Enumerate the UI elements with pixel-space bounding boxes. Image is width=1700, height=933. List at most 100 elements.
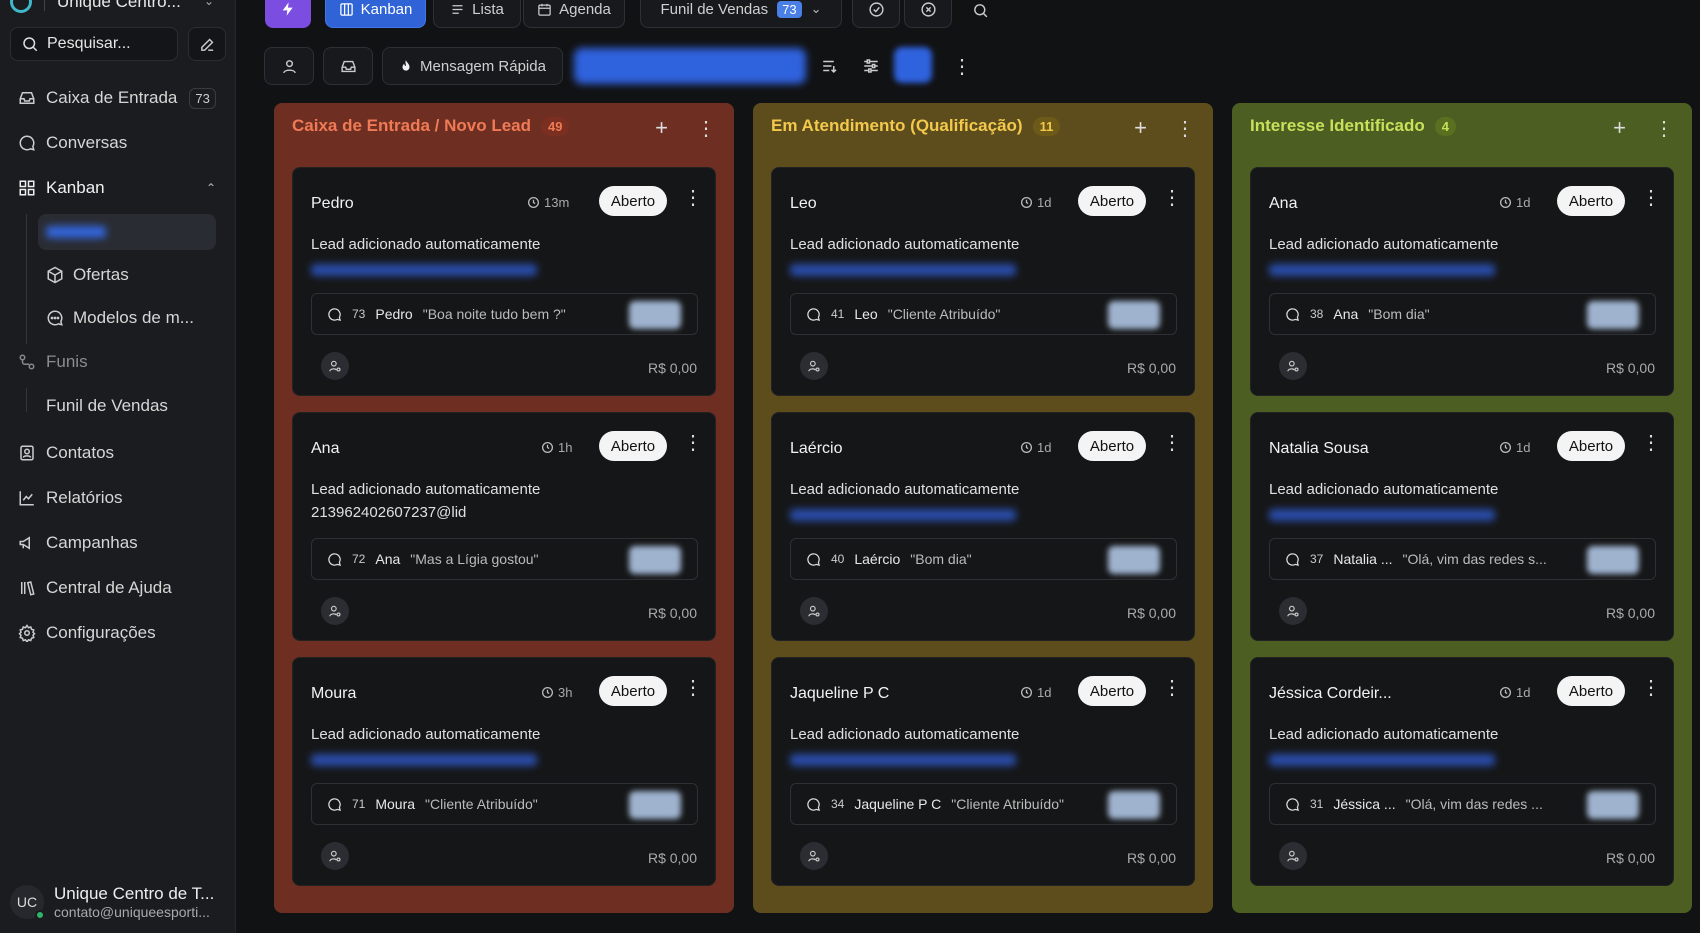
nav-contatos[interactable]: Contatos [10,435,226,471]
blurred-lead-identifier [311,754,537,766]
card-more-icon[interactable]: ⋮ [683,678,703,698]
lead-card[interactable]: Jéssica Cordeir... 1d Aberto ⋮ Lead adic… [1250,657,1674,886]
column-more-icon[interactable]: ⋮ [1175,116,1195,141]
filters-button[interactable] [859,56,883,76]
status-badge[interactable]: Aberto [1078,676,1146,706]
last-message[interactable]: 38 Ana "Bom dia" [1269,293,1656,335]
card-more-icon[interactable]: ⋮ [1162,188,1182,208]
blurred-primary-button[interactable] [574,48,806,84]
nav-campanhas[interactable]: Campanhas [10,525,226,561]
assign-agent-button[interactable] [1279,597,1307,625]
sub-item-active-board[interactable] [38,214,216,250]
nav-conversations[interactable]: Conversas [10,125,226,161]
funnel-flow-icon [19,354,35,370]
lead-card[interactable]: Moura 3h Aberto ⋮ Lead adicionado automa… [292,657,716,886]
lead-card[interactable]: Ana 1h Aberto ⋮ Lead adicionado automati… [292,412,716,641]
card-more-icon[interactable]: ⋮ [1162,433,1182,453]
deal-value: R$ 0,00 [1605,850,1655,866]
assign-agent-button[interactable] [321,597,349,625]
nav-kanban[interactable]: Kanban ⌃ [10,170,226,206]
nav-inbox[interactable]: Caixa de Entrada 73 [10,80,226,116]
status-badge[interactable]: Aberto [1557,676,1625,706]
status-badge[interactable]: Aberto [599,676,667,706]
last-message[interactable]: 37 Natalia ... "Olá, vim das redes s... [1269,538,1656,580]
last-message[interactable]: 31 Jéssica ... "Olá, vim das redes ... [1269,783,1656,825]
assign-agent-button[interactable] [1279,842,1307,870]
lead-card[interactable]: Natalia Sousa 1d Aberto ⋮ Lead adicionad… [1250,412,1674,641]
avatar-initials: UC [16,894,38,910]
nav-config[interactable]: Configurações [10,615,226,651]
filter-user-button[interactable] [264,47,314,85]
add-card-icon[interactable]: + [655,115,668,141]
card-more-icon[interactable]: ⋮ [1641,188,1661,208]
filter-inbox-button[interactable] [323,47,373,85]
blurred-lead-identifier [790,509,1016,521]
tab-kanban[interactable]: Kanban [325,0,426,28]
last-message[interactable]: 40 Laércio "Bom dia" [790,538,1177,580]
assign-agent-button[interactable] [321,842,349,870]
user-profile[interactable]: UC Unique Centro de T... contato@uniquee… [10,880,230,924]
chevron-down-icon[interactable]: ⌄ [204,0,214,8]
assign-agent-button[interactable] [321,352,349,380]
nav-funis[interactable]: Funis [10,344,226,380]
tab-agenda[interactable]: Agenda [523,0,625,28]
more-options-icon[interactable]: ⋮ [952,56,972,78]
quick-message-label: Mensagem Rápida [420,57,546,75]
assign-agent-button[interactable] [1279,352,1307,380]
sort-button[interactable] [818,56,842,76]
status-badge[interactable]: Aberto [1557,431,1625,461]
card-more-icon[interactable]: ⋮ [683,188,703,208]
add-card-icon[interactable]: + [1134,115,1147,141]
filter-resolved-button[interactable] [852,0,900,28]
search-board-button[interactable] [968,0,992,20]
lead-card[interactable]: Pedro 13m Aberto ⋮ Lead adicionado autom… [292,167,716,396]
workspace-switcher[interactable]: Unique Centro... [10,0,181,14]
filter-closed-button[interactable] [904,0,952,28]
column-more-icon[interactable]: ⋮ [696,116,716,141]
sub-item-funil-vendas[interactable]: Funil de Vendas [38,388,226,424]
funnel-select[interactable]: Funil de Vendas 73 ⌄ [640,0,842,28]
sub-item-modelos[interactable]: Modelos de m... [38,300,216,336]
chevron-up-icon[interactable]: ⌃ [206,181,216,195]
status-badge[interactable]: Aberto [599,431,667,461]
quick-action-button[interactable] [265,0,311,28]
nav-ajuda[interactable]: Central de Ajuda [10,570,226,606]
card-more-icon[interactable]: ⋮ [1641,433,1661,453]
lead-card[interactable]: Laércio 1d Aberto ⋮ Lead adicionado auto… [771,412,1195,641]
last-message[interactable]: 72 Ana "Mas a Lígia gostou" [311,538,698,580]
status-badge[interactable]: Aberto [1078,431,1146,461]
column-more-icon[interactable]: ⋮ [1654,116,1674,141]
lead-description: Lead adicionado automaticamente [790,481,1020,498]
assign-agent-button[interactable] [800,842,828,870]
lead-card[interactable]: Jaqueline P C 1d Aberto ⋮ Lead adicionad… [771,657,1195,886]
chat-bubble-icon [807,797,821,811]
card-more-icon[interactable]: ⋮ [1641,678,1661,698]
status-badge[interactable]: Aberto [599,186,667,216]
lead-card[interactable]: Leo 1d Aberto ⋮ Lead adicionado automati… [771,167,1195,396]
assign-agent-button[interactable] [800,597,828,625]
card-more-icon[interactable]: ⋮ [1162,678,1182,698]
lead-card[interactable]: Ana 1d Aberto ⋮ Lead adicionado automati… [1250,167,1674,396]
quick-message-button[interactable]: Mensagem Rápida [382,47,563,85]
blurred-action-button[interactable] [894,47,932,83]
compose-button[interactable] [188,27,226,61]
status-badge[interactable]: Aberto [1078,186,1146,216]
last-message[interactable]: 73 Pedro "Boa noite tudo bem ?" [311,293,698,335]
assign-agent-button[interactable] [800,352,828,380]
message-sender: Jéssica ... [1333,796,1396,812]
brand-logo-icon [10,0,32,13]
last-message[interactable]: 41 Leo "Cliente Atribuído" [790,293,1177,335]
last-message[interactable]: 71 Moura "Cliente Atribuído" [311,783,698,825]
add-card-icon[interactable]: + [1613,115,1626,141]
status-badge[interactable]: Aberto [1557,186,1625,216]
search-button[interactable]: Pesquisar... [10,27,178,61]
funnel-count-badge: 73 [777,0,802,18]
nav-relatorios[interactable]: Relatórios [10,480,226,516]
card-more-icon[interactable]: ⋮ [683,433,703,453]
tab-lista[interactable]: Lista [433,0,521,28]
lead-time-label: 1d [1037,685,1052,700]
sub-item-ofertas[interactable]: Ofertas [38,257,216,293]
chat-bubble-icon [328,307,342,321]
last-message[interactable]: 34 Jaqueline P C "Cliente Atribuído" [790,783,1177,825]
message-sender: Moura [375,796,416,812]
